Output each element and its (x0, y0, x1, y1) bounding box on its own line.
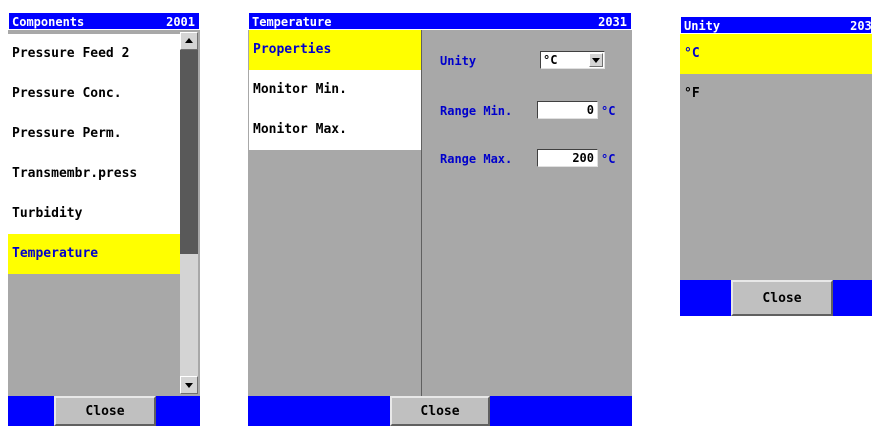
unity-option-fahrenheit[interactable]: °F (680, 74, 872, 114)
tab-properties[interactable]: Properties (249, 30, 421, 70)
unity-title: Unity (684, 19, 721, 33)
unity-options-list: °C °F (680, 34, 872, 280)
tab-monitor-max[interactable]: Monitor Max. (249, 110, 421, 150)
unity-close-button[interactable]: Close (731, 280, 833, 316)
scroll-up-button[interactable] (180, 32, 198, 50)
components-footer: Close (8, 396, 200, 426)
range-max-unit: °C (601, 152, 616, 166)
unity-panel: Unity 2032 °C °F Close (680, 16, 872, 316)
temperature-title: Temperature (252, 15, 332, 29)
components-panel-number: 2001 (166, 15, 195, 29)
unity-title-bar: Unity 2032 (680, 16, 872, 34)
list-item-transmembr-press[interactable]: Transmembr.press (8, 154, 180, 194)
range-max-label: Range Max. (440, 152, 513, 166)
temperature-footer: Close (248, 396, 632, 426)
tab-list: Properties Monitor Min. Monitor Max. (249, 30, 421, 396)
scroll-down-button[interactable] (180, 376, 198, 394)
range-min-unit: °C (601, 104, 616, 118)
temperature-panel-number: 2031 (598, 15, 627, 29)
unity-select[interactable]: °C (540, 51, 605, 69)
list-item-pressure-perm[interactable]: Pressure Perm. (8, 114, 180, 154)
properties-content: Unity °C Range Min. 0 °C Range Max. 200 … (423, 30, 632, 396)
list-item-pressure-feed-2[interactable]: Pressure Feed 2 (8, 34, 180, 74)
unity-select-value: °C (543, 53, 558, 67)
range-min-label: Range Min. (440, 104, 513, 118)
components-panel: Components 2001 Pressure Feed 2 Pressure… (8, 12, 200, 426)
unity-label: Unity (440, 54, 477, 68)
arrow-up-icon (185, 38, 193, 43)
list-item-pressure-conc[interactable]: Pressure Conc. (8, 74, 180, 114)
components-list: Pressure Feed 2 Pressure Conc. Pressure … (8, 30, 180, 396)
components-title-bar: Components 2001 (8, 12, 200, 30)
unity-footer: Close (680, 280, 872, 316)
components-title: Components (12, 15, 85, 29)
tab-monitor-min[interactable]: Monitor Min. (249, 70, 421, 110)
range-min-input[interactable]: 0 (537, 101, 598, 119)
scrollbar-thumb[interactable] (180, 254, 198, 376)
range-max-input[interactable]: 200 (537, 149, 598, 167)
temperature-close-button[interactable]: Close (390, 396, 490, 426)
temperature-panel: Temperature 2031 Properties Monitor Min.… (248, 12, 632, 426)
temperature-title-bar: Temperature 2031 (248, 12, 632, 30)
panel-divider (421, 30, 422, 396)
components-scrollbar[interactable] (180, 32, 198, 394)
list-item-turbidity[interactable]: Turbidity (8, 194, 180, 234)
arrow-down-icon (185, 383, 193, 388)
components-close-button[interactable]: Close (54, 396, 156, 426)
unity-option-celsius[interactable]: °C (680, 34, 872, 74)
chevron-down-icon[interactable] (589, 53, 603, 67)
list-item-temperature[interactable]: Temperature (8, 234, 180, 274)
unity-panel-number: 2032 (850, 19, 872, 33)
